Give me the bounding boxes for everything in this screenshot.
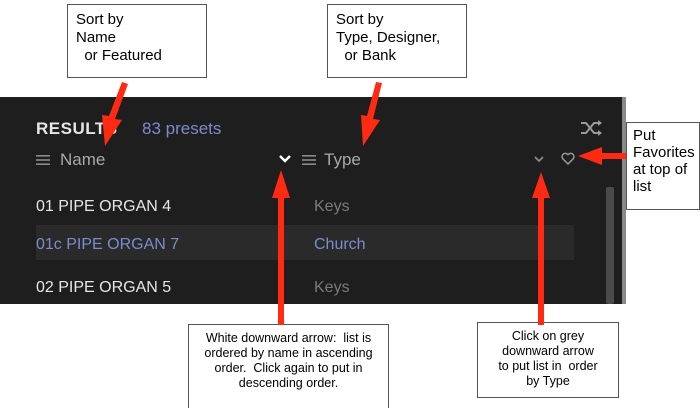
preset-type[interactable]: Keys (314, 279, 350, 297)
column-header-type-label[interactable]: Type (324, 150, 361, 170)
hamburger-icon[interactable] (36, 154, 50, 166)
shuffle-icon[interactable] (580, 119, 604, 137)
hamburger-icon[interactable] (302, 154, 316, 166)
callout-line: descending order. (238, 376, 339, 390)
callout-sort-by-name: Sort by Name or Featured (67, 4, 207, 78)
callout-line: or Featured (76, 47, 162, 64)
preset-name[interactable]: 01c PIPE ORGAN 7 (36, 236, 179, 254)
preset-type[interactable]: Keys (314, 198, 350, 216)
column-header-name-label[interactable]: Name (60, 150, 105, 170)
presets-count: 83 presets (142, 119, 222, 138)
results-panel: RESULTS 83 presets Name Type 01 PIPE ORG… (0, 97, 622, 304)
results-label: RESULTS (36, 119, 118, 138)
preset-type[interactable]: Church (314, 236, 366, 254)
callout-favorites: Put Favorites at top of list (626, 122, 700, 210)
panel-edge (622, 97, 626, 304)
callout-line: ordered by name in ascending (204, 346, 373, 360)
callout-line: list (633, 178, 652, 195)
chevron-down-icon[interactable] (533, 155, 545, 164)
callout-line: to put list in order (498, 359, 598, 373)
callout-line: Click on grey (511, 329, 585, 343)
callout-line: Sort by (336, 11, 384, 28)
preset-name[interactable]: 01 PIPE ORGAN 4 (36, 198, 171, 216)
callout-line: Favorites (633, 144, 695, 161)
heart-icon[interactable] (561, 152, 575, 165)
callout-line: order. Click again to put in (214, 361, 363, 375)
callout-line: downward arrow (502, 344, 594, 358)
callout-white-arrow: White downward arrow: list is ordered by… (188, 324, 389, 408)
preset-name[interactable]: 02 PIPE ORGAN 5 (36, 279, 171, 297)
callout-line: Sort by (76, 11, 124, 28)
callout-line: Type, Designer, (336, 29, 441, 46)
callout-line: Put (633, 127, 656, 144)
callout-line: by Type (526, 374, 570, 388)
callout-line: White downward arrow: list is (205, 331, 372, 345)
callout-line: Name (76, 29, 117, 46)
scrollbar[interactable] (606, 187, 614, 304)
callout-sort-by-type: Sort by Type, Designer, or Bank (327, 4, 467, 78)
chevron-down-icon[interactable] (278, 154, 292, 164)
callout-line: at top of (633, 161, 688, 178)
callout-grey-arrow: Click on grey downward arrow to put list… (477, 322, 619, 398)
callout-line: or Bank (336, 47, 397, 64)
